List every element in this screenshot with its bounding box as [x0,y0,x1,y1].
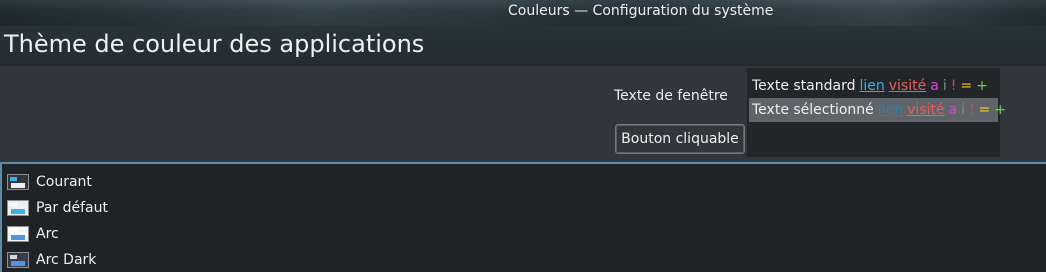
neutral-text-sample: = [960,78,973,94]
color-scheme-swatch-icon [7,252,29,268]
selected-inactive-text-sample: i [961,102,966,118]
color-scheme-list[interactable]: Courant Par défaut Arc Arc Dark [0,162,1046,272]
window-text-label: Texte de fenêtre [614,88,728,104]
page-header: Thème de couleur des applications [0,26,1046,66]
negative-text-sample: ! [950,78,957,94]
swatch-band [10,255,17,259]
color-preview-area: Texte de fenêtre Bouton cliquable Texte … [0,66,1046,162]
list-item[interactable]: Courant [7,169,1037,195]
scheme-label: Arc [36,226,59,242]
scheme-label: Arc Dark [36,252,97,268]
selected-active-text-sample: a [948,102,958,118]
active-text-sample: a [930,78,939,94]
title-bar[interactable]: Couleurs — Configuration du système [0,0,1046,26]
scheme-label: Par défaut [36,200,108,216]
link-sample: lien [859,78,885,94]
swatch-band [10,229,17,233]
list-item[interactable]: Arc [7,221,1037,247]
list-item[interactable]: Par défaut [7,195,1037,221]
swatch-band [11,261,25,266]
visited-link-sample: visité [888,78,927,94]
scheme-label: Courant [36,174,92,190]
selected-text-row: Texte sélectionné lien visité a i ! = + [749,98,1006,122]
swatch-band [10,177,17,181]
positive-text-sample: + [976,78,988,94]
swatch-band [11,183,25,188]
swatch-band [11,209,25,214]
sample-clickable-button[interactable]: Bouton cliquable [615,124,745,154]
swatch-band [10,203,17,207]
selected-link-sample: lien [877,102,904,118]
color-scheme-swatch-icon [7,226,29,242]
selected-neutral-text-sample: = [978,102,991,118]
standard-text: Texte standard [752,78,856,94]
selected-text: Texte sélectionné [752,102,874,118]
window-title: Couleurs — Configuration du système [508,3,774,19]
color-scheme-swatch-icon [7,174,29,190]
system-settings-window: Couleurs — Configuration du système Thèm… [0,0,1046,272]
color-scheme-swatch-icon [7,200,29,216]
text-sample-box: Texte standard lien visité a i ! = + Tex… [747,68,1006,157]
page-title: Thème de couleur des applications [4,30,425,58]
swatch-band [11,235,25,240]
selected-positive-text-sample: + [994,102,1007,118]
selected-negative-text-sample: ! [969,102,975,118]
list-item[interactable]: Arc Dark [7,247,1037,272]
selected-visited-link-sample: visité [907,102,945,118]
inactive-text-sample: i [942,78,947,94]
standard-text-row: Texte standard lien visité a i ! = + [749,74,998,98]
